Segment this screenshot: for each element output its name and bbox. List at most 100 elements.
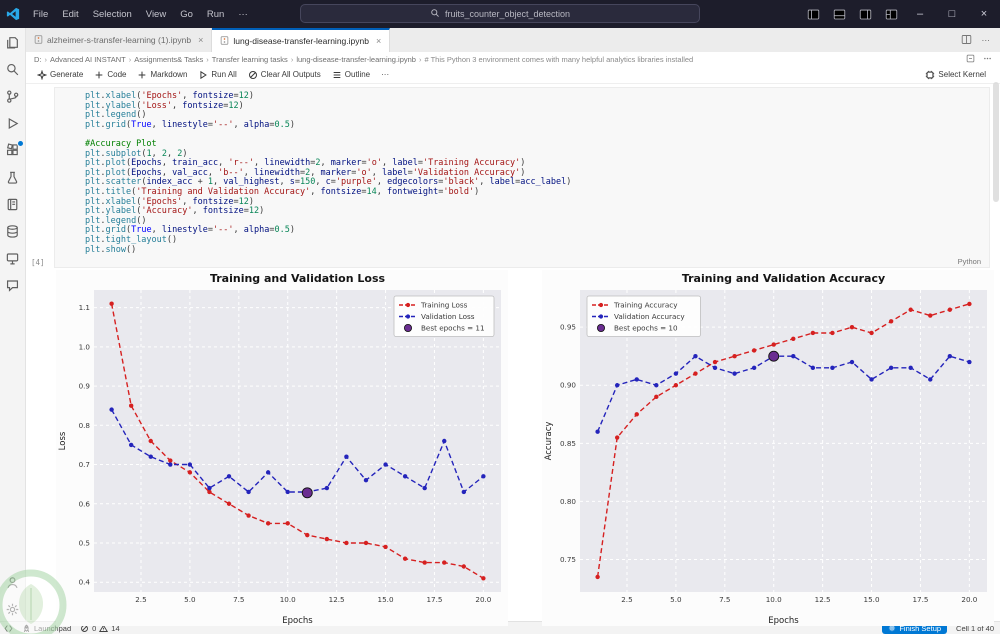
notebook-toolbar: Generate Code Markdown Run All Clear All… [26,66,1000,84]
clear-all-outputs-button[interactable]: Clear All Outputs [243,68,326,82]
breadcrumb-item[interactable]: Assignments& Tasks [134,55,203,64]
tab-bar: alzheimer-s-transfer-learning (1).ipynb … [26,28,1000,52]
tab-lung-disease-notebook[interactable]: lung-disease-transfer-learning.ipynb × [212,28,390,52]
svg-text:Training Loss: Training Loss [420,301,468,310]
tab-alzheimer-notebook[interactable]: alzheimer-s-transfer-learning (1).ipynb … [26,28,212,52]
code-line[interactable]: plt.tight_layout() [85,236,981,246]
add-code-button[interactable]: Code [89,68,131,82]
sidebar-explorer-icon[interactable] [5,34,21,50]
svg-text:Training Accuracy: Training Accuracy [613,301,678,310]
svg-text:Training and Validation Accura: Training and Validation Accuracy [682,272,885,285]
notebook-file-icon [34,35,43,46]
run-all-button[interactable]: Run All [193,68,241,82]
toggle-panel-icon[interactable] [826,0,852,28]
breadcrumb-drive[interactable]: D: [34,55,42,64]
toolbar-more-icon[interactable]: ··· [376,68,394,81]
sidebar-source-control-icon[interactable] [5,88,21,104]
activity-bar [0,28,26,621]
svg-text:12.5: 12.5 [329,595,345,604]
menu-run[interactable]: Run [200,9,231,20]
notebook-file-icon [220,36,229,47]
breadcrumb-item[interactable]: Transfer learning tasks [212,55,288,64]
svg-text:17.5: 17.5 [912,595,928,604]
tab-close-icon[interactable]: × [376,36,381,46]
split-editor-icon[interactable] [961,34,972,47]
tab-close-icon[interactable]: × [198,35,203,45]
sidebar-testing-icon[interactable] [5,169,21,185]
svg-text:12.5: 12.5 [815,595,831,604]
sidebar-remote-explorer-icon[interactable] [5,250,21,266]
collapse-all-icon[interactable] [966,54,975,65]
breadcrumb-item[interactable]: lung-disease-transfer-learning.ipynb [296,55,416,64]
code-line[interactable] [85,130,981,140]
clear-icon [248,70,258,80]
breadcrumb-cell-hint[interactable]: # This Python 3 environment comes with m… [424,55,693,64]
menu-more[interactable]: ··· [231,9,255,20]
menu-edit[interactable]: Edit [55,9,85,20]
svg-text:1.0: 1.0 [79,342,91,351]
sidebar-account-icon[interactable] [5,574,21,590]
chevron-right-icon: › [129,55,132,64]
code-line[interactable]: plt.show() [85,246,981,256]
cell-language-label[interactable]: Python [958,257,981,266]
svg-text:0.9: 0.9 [79,382,91,391]
sidebar-notebook-icon[interactable] [5,196,21,212]
tabbar-actions: ··· [951,28,1000,52]
sidebar-run-debug-icon[interactable] [5,115,21,131]
menu-view[interactable]: View [139,9,173,20]
menu-bar: File Edit Selection View Go Run ··· [26,9,255,20]
sidebar-settings-icon[interactable] [5,601,21,617]
svg-text:Accuracy: Accuracy [544,422,554,461]
customize-layout-icon[interactable] [878,0,904,28]
toggle-sidebar-icon[interactable] [800,0,826,28]
code-cell[interactable]: [4] plt.xlabel('Epochs', fontsize=12)plt… [54,87,990,268]
editor-scrollbar[interactable] [993,82,999,202]
svg-text:15.0: 15.0 [378,595,394,604]
remote-indicator[interactable] [4,624,13,633]
play-icon [198,70,208,80]
svg-text:10.0: 10.0 [766,595,782,604]
breadcrumb: D: › Advanced AI INSTANT › Assignments& … [26,52,1000,66]
maximize-button[interactable]: □ [936,0,968,28]
code-line[interactable]: plt.ylabel('Loss', fontsize=12) [85,102,981,112]
svg-text:2.5: 2.5 [135,595,146,604]
code-lines[interactable]: plt.xlabel('Epochs', fontsize=12)plt.yla… [85,92,981,255]
svg-text:7.5: 7.5 [719,595,730,604]
close-button[interactable]: × [968,0,1000,28]
select-kernel-button[interactable]: Select Kernel [920,68,994,82]
menu-selection[interactable]: Selection [86,9,139,20]
add-markdown-button[interactable]: Markdown [132,68,192,82]
generate-button[interactable]: Generate [32,68,88,82]
svg-text:1.1: 1.1 [79,303,90,312]
chevron-right-icon: › [206,55,209,64]
menu-go[interactable]: Go [173,9,200,20]
rocket-icon [22,624,31,633]
code-line[interactable]: plt.ylabel('Accuracy', fontsize=12) [85,207,981,217]
more-actions-icon[interactable]: ··· [982,35,991,45]
code-line[interactable]: #Accuracy Plot [85,140,981,150]
svg-text:7.5: 7.5 [233,595,244,604]
sidebar-database-icon[interactable] [5,223,21,239]
code-line[interactable]: plt.grid(True, linestyle='--', alpha=0.5… [85,226,981,236]
sparkle-icon [37,70,47,80]
minimize-button[interactable]: – [904,0,936,28]
toggle-secondary-sidebar-icon[interactable] [852,0,878,28]
plus-icon [94,70,104,80]
svg-text:0.7: 0.7 [79,460,90,469]
svg-text:5.0: 5.0 [184,595,196,604]
command-center-search[interactable]: fruits_counter_object_detection [300,4,700,23]
chevron-right-icon: › [291,55,294,64]
svg-text:0.4: 0.4 [79,578,91,587]
breadcrumb-item[interactable]: Advanced AI INSTANT [50,55,126,64]
vscode-logo-icon [0,7,26,21]
sidebar-extensions-icon[interactable] [5,142,21,158]
menu-file[interactable]: File [26,9,55,20]
code-line[interactable]: plt.grid(True, linestyle='--', alpha=0.5… [85,121,981,131]
breadcrumb-more-icon[interactable] [983,54,992,65]
accuracy-chart: 2.55.07.510.012.515.017.520.00.750.800.8… [542,270,994,626]
svg-text:0.85: 0.85 [560,439,576,448]
svg-text:Best epochs = 11: Best epochs = 11 [421,324,485,333]
sidebar-chat-icon[interactable] [5,277,21,293]
sidebar-search-icon[interactable] [5,61,21,77]
outline-button[interactable]: Outline [327,68,375,82]
